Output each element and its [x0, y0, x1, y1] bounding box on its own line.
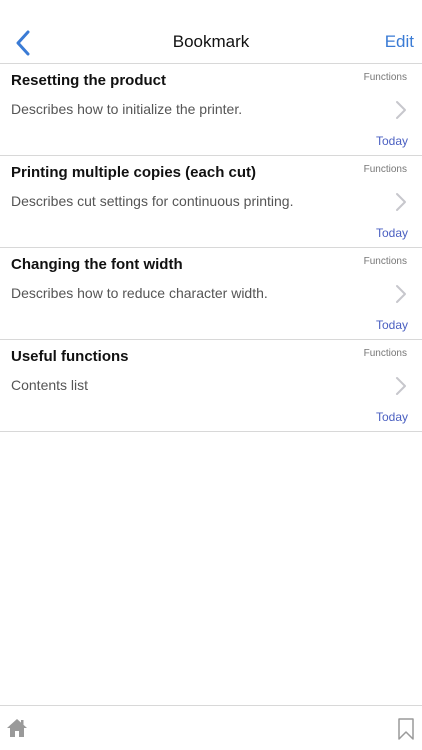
edit-button[interactable]: Edit: [385, 32, 414, 52]
item-date: Today: [375, 134, 408, 148]
list-item[interactable]: Changing the font width Functions Descri…: [0, 248, 422, 340]
bookmark-icon[interactable]: [396, 717, 416, 741]
item-category: Functions: [363, 72, 407, 83]
item-description: Describes how to reduce character width.: [11, 285, 268, 301]
list-item[interactable]: Resetting the product Functions Describe…: [0, 64, 422, 156]
bottom-toolbar: [0, 705, 422, 750]
bookmark-screen: Bookmark Edit Resetting the product Func…: [0, 0, 422, 750]
bookmark-list: Resetting the product Functions Describe…: [0, 64, 422, 432]
chevron-right-icon: [396, 193, 406, 211]
item-category: Functions: [363, 164, 407, 175]
item-date: Today: [375, 318, 408, 332]
item-category: Functions: [363, 256, 407, 267]
item-title: Resetting the product: [11, 72, 167, 89]
item-title: Useful functions: [11, 348, 129, 365]
item-title: Printing multiple copies (each cut): [11, 164, 257, 181]
item-date: Today: [375, 226, 408, 240]
item-description: Describes cut settings for continuous pr…: [11, 193, 294, 209]
item-title: Changing the font width: [11, 256, 183, 273]
page-title: Bookmark: [172, 32, 250, 51]
item-description: Describes how to initialize the printer.: [11, 101, 243, 117]
nav-bar: Bookmark Edit: [0, 0, 422, 64]
home-icon[interactable]: [5, 717, 29, 739]
item-description: Contents list: [11, 377, 89, 393]
list-item[interactable]: Printing multiple copies (each cut) Func…: [0, 156, 422, 248]
chevron-right-icon: [396, 377, 406, 395]
list-item[interactable]: Useful functions Functions Contents list…: [0, 340, 422, 432]
chevron-right-icon: [396, 285, 406, 303]
item-category: Functions: [363, 348, 407, 359]
chevron-right-icon: [396, 101, 406, 119]
item-date: Today: [375, 410, 408, 424]
